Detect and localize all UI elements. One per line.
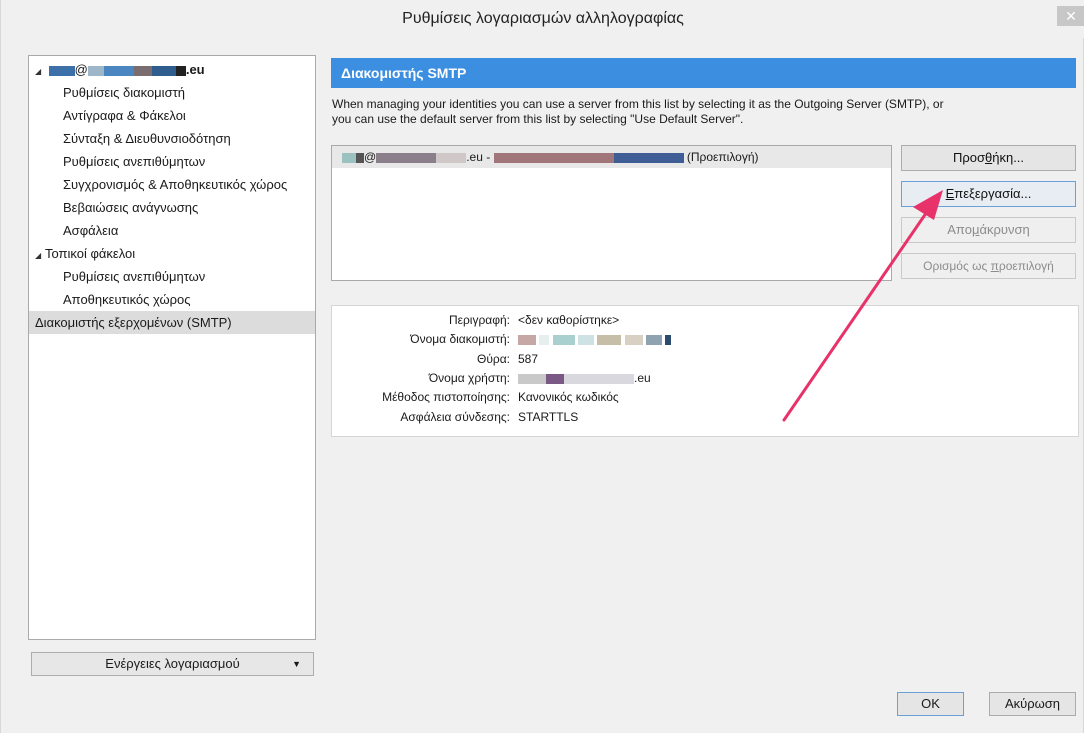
account-settings-window: Ρυθμίσεις λογαριασμών αλληλογραφίας ✕ ◢ … [0, 0, 1084, 733]
collapse-triangle-icon[interactable]: ◢ [35, 60, 45, 81]
detail-description-value: <δεν καθορίστηκε> [518, 313, 620, 327]
close-icon[interactable]: ✕ [1057, 6, 1084, 26]
redacted-block [546, 373, 564, 384]
redacted-block [665, 334, 672, 345]
tree-item-junk-settings[interactable]: Ρυθμίσεις ανεπιθύμητων [29, 150, 315, 173]
description-line: you can use the default server from this… [332, 112, 744, 126]
redacted-block [103, 65, 134, 76]
ok-button[interactable]: OK [897, 692, 964, 716]
detail-security-value: STARTTLS [518, 410, 579, 424]
redacted-block [356, 152, 364, 163]
redacted-block [646, 334, 663, 345]
button-access-key: π [990, 259, 999, 273]
tree-item-composition[interactable]: Σύνταξη & Διευθυνσιοδότηση [29, 127, 315, 150]
redacted-block [518, 373, 546, 384]
detail-auth-label: Μέθοδος πιστοποίησης: [382, 390, 510, 404]
tree-item-local-junk[interactable]: Ρυθμίσεις ανεπιθύμητων [29, 265, 315, 288]
detail-username-label-wrap: Όνομα χρήστη: [332, 369, 510, 387]
redacted-block [597, 334, 622, 345]
button-label-part: άκρυνση [979, 222, 1030, 237]
redacted-block [376, 152, 437, 163]
tree-item-return-receipts[interactable]: Βεβαιώσεις ανάγνωσης [29, 196, 315, 219]
redacted-block [518, 334, 536, 345]
detail-username-value: .eu [518, 369, 651, 387]
tree-account-row[interactable]: ◢ @ .eu [29, 58, 315, 81]
server-entry-mid: .eu - [466, 150, 494, 164]
detail-username-label: Όνομα χρήστη: [428, 371, 510, 385]
detail-port-label: Θύρα: [477, 352, 510, 366]
button-label-part: πεξεργασία... [954, 186, 1032, 201]
button-label-part: Ορισμός ως [923, 259, 991, 273]
tree-item-sync-storage[interactable]: Συγχρονισμός & Αποθηκευτικός χώρος [29, 173, 315, 196]
button-label-part: Προσ [952, 150, 985, 165]
redacted-block [493, 152, 614, 163]
button-label-part: ήκη... [992, 150, 1025, 165]
account-at-sign: @ [74, 62, 88, 77]
tree-local-folders-label: Τοπικοί φάκελοι [45, 246, 136, 261]
detail-port-label-wrap: Θύρα: [332, 350, 510, 368]
account-suffix: .eu [185, 62, 205, 77]
button-access-key: Ε [945, 186, 955, 201]
set-default-button[interactable]: Ορισμός ως προεπιλογή [901, 253, 1076, 279]
window-title: Ρυθμίσεις λογαριασμών αλληλογραφίας [402, 10, 684, 27]
dropdown-caret-icon: ▼ [292, 659, 301, 669]
edit-server-button[interactable]: Επεξεργασία... [901, 181, 1076, 207]
redacted-block [133, 65, 152, 76]
redacted-block [48, 65, 75, 76]
add-server-button[interactable]: Προσθήκη... [901, 145, 1076, 171]
server-default-tag: (Προεπιλογή) [686, 150, 759, 164]
smtp-header: Διακομιστής SMTP [331, 58, 1076, 88]
title-bar: Ρυθμίσεις λογαριασμών αλληλογραφίας ✕ [1, 0, 1084, 38]
redacted-block [87, 65, 104, 76]
redacted-block [342, 152, 356, 163]
tree-item-security[interactable]: Ασφάλεια [29, 219, 315, 242]
cancel-button[interactable]: Ακύρωση [989, 692, 1076, 716]
server-at-sign: @ [364, 150, 377, 164]
account-tree[interactable]: ◢ @ .eu Ρυθμίσεις διακομιστή Αντίγραφα & … [28, 55, 316, 640]
redacted-block [436, 152, 467, 163]
description-line: When managing your identities you can us… [332, 97, 944, 111]
remove-server-button[interactable]: Απομάκρυνση [901, 217, 1076, 243]
detail-username-suffix: .eu [634, 371, 651, 385]
redacted-block [552, 334, 575, 345]
button-label-part: ροεπιλογή [998, 259, 1054, 273]
redacted-block [175, 65, 186, 76]
detail-auth-value: Κανονικός κωδικός [518, 390, 619, 404]
tree-item-copies-folders[interactable]: Αντίγραφα & Φάκελοι [29, 104, 315, 127]
account-actions-button[interactable]: Ενέργειες λογαριασμού ▼ [31, 652, 314, 676]
tree-item-server-settings[interactable]: Ρυθμίσεις διακομιστή [29, 81, 315, 104]
smtp-server-row[interactable]: @ .eu - (Προεπιλογή) [332, 146, 891, 168]
redacted-block [539, 334, 550, 345]
redacted-block [564, 373, 634, 384]
server-details-panel: Περιγραφή: <δεν καθορίστηκε> Όνομα διακο… [331, 305, 1079, 437]
detail-description-label-wrap: Περιγραφή: [332, 311, 510, 329]
smtp-description: When managing your identities you can us… [332, 97, 1077, 127]
detail-server-label: Όνομα διακομιστή: [410, 332, 510, 346]
tree-item-smtp[interactable]: Διακομιστής εξερχομένων (SMTP) [29, 311, 315, 334]
detail-security-label: Ασφάλεια σύνδεσης: [400, 410, 510, 424]
detail-security-label-wrap: Ασφάλεια σύνδεσης: [332, 408, 510, 426]
redacted-block [578, 334, 595, 345]
detail-port-value: 587 [518, 352, 539, 366]
redacted-block [151, 65, 176, 76]
redacted-block [624, 334, 643, 345]
account-actions-label: Ενέργειες λογαριασμού [105, 656, 240, 671]
detail-auth-label-wrap: Μέθοδος πιστοποίησης: [332, 388, 510, 406]
tree-item-local-storage[interactable]: Αποθηκευτικός χώρος [29, 288, 315, 311]
button-label-part: Απο [947, 222, 972, 237]
redacted-block [613, 152, 684, 163]
detail-server-value [518, 330, 672, 348]
smtp-server-list[interactable]: @ .eu - (Προεπιλογή) [331, 145, 892, 281]
detail-description-label: Περιγραφή: [448, 313, 510, 327]
detail-server-label-wrap: Όνομα διακομιστή: [332, 330, 510, 348]
tree-local-folders-row[interactable]: ◢ Τοπικοί φάκελοι [29, 242, 315, 265]
collapse-triangle-icon[interactable]: ◢ [35, 244, 45, 265]
